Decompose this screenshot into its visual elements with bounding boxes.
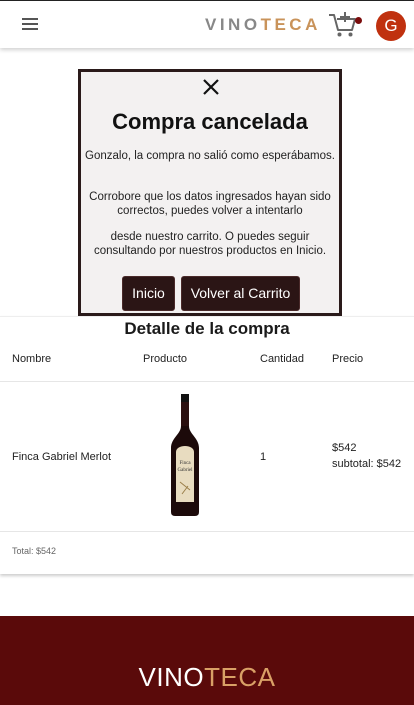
svg-text:Gabriel: Gabriel bbox=[178, 468, 194, 473]
home-button[interactable]: Inicio bbox=[122, 276, 175, 311]
footer-brand-part2: TECA bbox=[204, 662, 276, 692]
purchase-detail: Detalle de la compra Nombre Producto Can… bbox=[0, 316, 414, 574]
order-total: Total: $542 bbox=[12, 546, 57, 556]
footer-brand-logo: VINOTECA bbox=[0, 662, 414, 693]
back-to-cart-button[interactable]: Volver al Carrito bbox=[181, 276, 300, 311]
cart-badge-dot bbox=[355, 17, 362, 24]
purchase-detail-title: Detalle de la compra bbox=[124, 319, 290, 338]
wine-bottle-image: Finca Gabriel bbox=[171, 394, 199, 516]
brand-logo-part1: VINO bbox=[205, 15, 261, 34]
brand-logo-part2: TECA bbox=[260, 15, 321, 34]
item-quantity: 1 bbox=[260, 451, 267, 463]
divider bbox=[0, 531, 414, 532]
column-header-name: Nombre bbox=[12, 353, 52, 365]
column-header-price: Precio bbox=[332, 353, 364, 365]
dialog-message-options: desde nuestro carrito. O puedes seguir c… bbox=[93, 231, 327, 257]
item-price: $542 bbox=[332, 442, 357, 454]
add-to-cart-icon[interactable] bbox=[328, 11, 360, 39]
item-subtotal: subtotal: $542 bbox=[332, 458, 402, 470]
dialog-title: Compra cancelada bbox=[112, 109, 308, 134]
avatar[interactable]: G bbox=[376, 11, 406, 41]
column-header-product: Producto bbox=[143, 353, 188, 365]
dialog-message-greeting: Gonzalo, la compra no salió como esperáb… bbox=[85, 150, 335, 162]
item-name: Finca Gabriel Merlot bbox=[12, 451, 112, 463]
hamburger-menu-icon[interactable] bbox=[22, 18, 38, 30]
dialog-message-verify: Corrobore que los datos ingresados hayan… bbox=[89, 191, 331, 217]
svg-text:Finca: Finca bbox=[179, 461, 191, 466]
brand-logo[interactable]: VINOTECA bbox=[205, 15, 321, 35]
footer-brand-part1: VINO bbox=[138, 662, 205, 692]
column-header-quantity: Cantidad bbox=[260, 353, 305, 365]
close-icon[interactable] bbox=[201, 77, 221, 97]
footer: VINOTECA bbox=[0, 616, 414, 705]
top-app-bar: VINOTECA G bbox=[0, 0, 414, 48]
divider bbox=[0, 381, 414, 382]
purchase-cancelled-dialog: Compra cancelada Gonzalo, la compra no s… bbox=[78, 69, 342, 316]
